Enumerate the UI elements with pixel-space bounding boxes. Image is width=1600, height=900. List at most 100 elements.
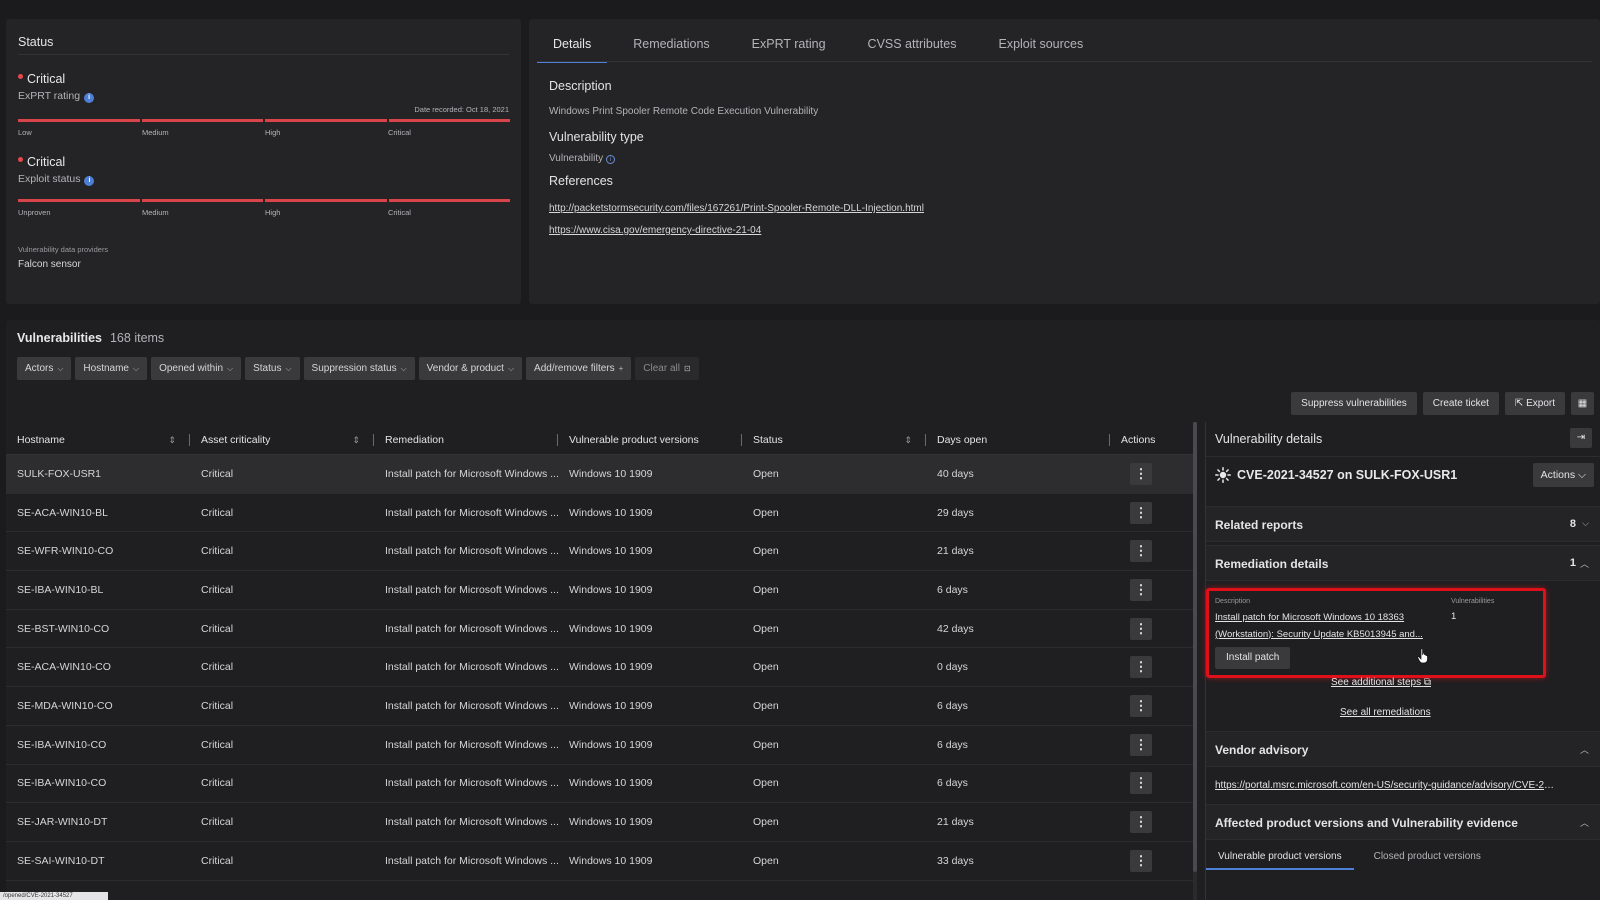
column-header-hostname[interactable]: Hostname ⇕: [6, 425, 190, 454]
tab-exploit-sources[interactable]: Exploit sources: [982, 33, 1099, 63]
column-header-status[interactable]: Status ⇕: [742, 425, 926, 454]
cell-status: Open: [753, 816, 779, 829]
filter-bar: Actors ⌵ Hostname ⌵ Opened within ⌵ Status ⌵…: [17, 357, 699, 380]
filter-status[interactable]: Status ⌵: [245, 357, 300, 380]
more-actions-icon[interactable]: ⋮: [1130, 811, 1152, 834]
reference-link[interactable]: https://www.cisa.gov/emergency-directive…: [549, 225, 761, 236]
cell-actions: ⋮: [1110, 772, 1196, 795]
info-icon[interactable]: i: [84, 176, 95, 186]
more-actions-icon[interactable]: ⋮: [1130, 694, 1152, 717]
tab-closed-product-versions[interactable]: Closed product versions: [1362, 847, 1493, 870]
filter-hostname[interactable]: Hostname ⌵: [75, 357, 148, 380]
table-body: SULK-FOX-USR1 Critical Install patch for M…: [6, 455, 1196, 881]
reference-link[interactable]: http://packetstormsecurity.com/files/167…: [549, 203, 924, 214]
filter-opened-within[interactable]: Opened within ⌵: [151, 357, 242, 380]
export-button[interactable]: ⇱ Export: [1504, 392, 1565, 415]
clear-all-button[interactable]: Clear all ⊡: [635, 357, 699, 380]
info-icon[interactable]: i: [84, 93, 95, 103]
remediation-vulnerabilities-label: Vulnerabilities: [1451, 598, 1495, 605]
filter-actors[interactable]: Actors ⌵: [17, 357, 72, 380]
affected-products-accordion[interactable]: Affected product versions and Vulnerabil…: [1206, 804, 1600, 840]
cell-asset-criticality: Critical: [201, 738, 234, 751]
cell-status: Open: [753, 467, 779, 480]
table-row[interactable]: SE-IBA-WIN10-CO Critical Install patch for…: [6, 726, 1196, 765]
cell-days-open: 33 days: [937, 854, 974, 867]
providers-value: Falcon sensor: [18, 259, 81, 270]
sort-icon: ⇕: [352, 435, 360, 445]
more-actions-icon[interactable]: ⋮: [1130, 462, 1152, 485]
cell-remediation: Install patch for Microsoft Windows ...: [385, 777, 558, 790]
remediation-link[interactable]: Install patch for Microsoft Windows 10 1…: [1215, 610, 1440, 643]
column-layout-icon[interactable]: ▦: [1571, 392, 1594, 415]
exprt-rating-bar: [18, 119, 510, 122]
table-row[interactable]: SE-IBA-WIN10-BL Critical Install patch for…: [6, 571, 1196, 610]
cell-asset-criticality: Critical: [201, 816, 234, 829]
tab-cvss-attributes[interactable]: CVSS attributes: [852, 33, 973, 63]
cell-remediation: Install patch for Microsoft Windows ...: [385, 738, 558, 751]
add-remove-filters-button[interactable]: Add/remove filters +: [526, 357, 632, 380]
table-row[interactable]: SE-MDA-WIN10-CO Critical Install patch for…: [6, 687, 1196, 726]
table-row[interactable]: SE-WFR-WIN10-CO Critical Install patch for…: [6, 532, 1196, 572]
vulnerability-type-heading: Vulnerability type: [549, 130, 644, 144]
info-icon[interactable]: i: [606, 155, 616, 164]
more-actions-icon[interactable]: ⋮: [1130, 772, 1152, 795]
column-header-remediation[interactable]: Remediation: [374, 425, 558, 454]
cell-hostname: SE-IBA-WIN10-CO: [17, 738, 107, 751]
hand-cursor-icon: [1417, 648, 1428, 664]
cell-product-version: Windows 10 1909: [569, 738, 653, 751]
scrollbar-thumb[interactable]: [1193, 422, 1197, 872]
cell-remediation: Install patch for Microsoft Windows ...: [385, 545, 558, 558]
tab-exprt-rating[interactable]: ExPRT rating: [736, 33, 842, 63]
more-actions-icon[interactable]: ⋮: [1130, 849, 1152, 872]
vendor-advisory-link[interactable]: https://portal.msrc.microsoft.com/en-US/…: [1215, 780, 1555, 791]
table-row[interactable]: SE-BST-WIN10-CO Critical Install patch for…: [6, 610, 1196, 649]
cve-title: CVE-2021-34527 on SULK-FOX-USR1: [1237, 468, 1458, 482]
table-row[interactable]: SE-JAR-WIN10-DT Critical Install patch for…: [6, 803, 1196, 842]
more-actions-icon[interactable]: ⋮: [1130, 578, 1152, 601]
tab-remediations[interactable]: Remediations: [617, 33, 725, 63]
related-reports-accordion[interactable]: Related reports 8 ⌵: [1206, 506, 1600, 542]
actions-dropdown[interactable]: Actions ⌵: [1532, 463, 1594, 487]
exploit-status-bar: [18, 199, 510, 202]
table-row[interactable]: SE-ACA-WIN10-CO Critical Install patch for…: [6, 648, 1196, 688]
cell-hostname: SE-IBA-WIN10-BL: [17, 583, 104, 596]
more-actions-icon[interactable]: ⋮: [1130, 617, 1152, 640]
more-actions-icon[interactable]: ⋮: [1130, 501, 1152, 524]
column-header-days-open[interactable]: Days open: [926, 425, 1110, 454]
more-actions-icon[interactable]: ⋮: [1130, 540, 1152, 563]
critical-dot-icon: [18, 157, 23, 162]
tab-details[interactable]: Details: [537, 33, 608, 63]
see-all-remediations-link[interactable]: See all remediations: [1340, 707, 1431, 718]
remediation-details-accordion[interactable]: Remediation details 1 ︿: [1206, 545, 1600, 581]
chevron-down-icon: ⌵: [1578, 469, 1586, 481]
cell-product-version: Windows 10 1909: [569, 699, 653, 712]
filter-suppression-status[interactable]: Suppression status ⌵: [303, 357, 415, 380]
date-recorded: Date recorded: Oct 18, 2021: [414, 105, 509, 114]
tab-vulnerable-product-versions[interactable]: Vulnerable product versions: [1206, 847, 1354, 870]
cell-asset-criticality: Critical: [201, 777, 234, 790]
see-additional-steps-link[interactable]: See additional steps ⧉: [1331, 677, 1431, 688]
filter-vendor-product[interactable]: Vendor & product ⌵: [418, 357, 523, 380]
suppress-vulnerabilities-button[interactable]: Suppress vulnerabilities: [1291, 392, 1417, 415]
more-actions-icon[interactable]: ⋮: [1130, 733, 1152, 756]
critical-dot-icon: [18, 74, 23, 79]
column-header-asset-criticality[interactable]: Asset criticality ⇕: [190, 425, 374, 454]
column-header-vulnerable-product-versions[interactable]: Vulnerable product versions: [558, 425, 742, 454]
install-patch-button[interactable]: Install patch: [1215, 647, 1291, 669]
cell-product-version: Windows 10 1909: [569, 467, 653, 480]
more-actions-icon[interactable]: ⋮: [1130, 656, 1152, 679]
vendor-advisory-accordion[interactable]: Vendor advisory ︿: [1206, 731, 1600, 767]
cell-actions: ⋮: [1110, 540, 1196, 563]
collapse-pane-icon[interactable]: ⇥: [1570, 428, 1592, 448]
table-row[interactable]: SE-SAI-WIN10-DT Critical Install patch for…: [6, 842, 1196, 881]
vulnerability-type: Vulnerability i: [549, 153, 616, 164]
table-row[interactable]: SE-ACA-WIN10-BL Critical Install patch for…: [6, 494, 1196, 533]
cell-status: Open: [753, 699, 779, 712]
cell-actions: ⋮: [1110, 733, 1196, 756]
cell-hostname: SE-SAI-WIN10-DT: [17, 854, 105, 867]
cell-actions: ⋮: [1110, 694, 1196, 717]
table-row[interactable]: SULK-FOX-USR1 Critical Install patch for M…: [6, 455, 1196, 494]
create-ticket-button[interactable]: Create ticket: [1422, 392, 1499, 415]
table-row[interactable]: SE-IBA-WIN10-CO Critical Install patch for…: [6, 765, 1196, 804]
cell-status: Open: [753, 622, 779, 635]
